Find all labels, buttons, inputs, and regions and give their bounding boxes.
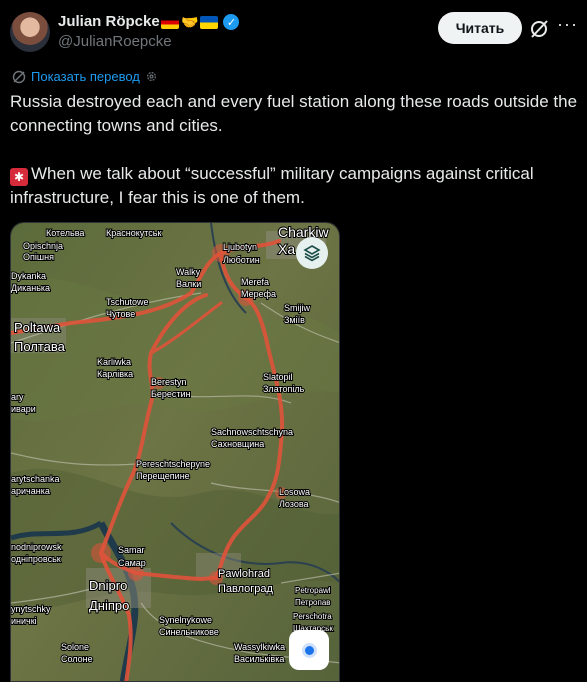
map-label: Златопіль	[263, 384, 305, 394]
map-label: Валки	[176, 279, 201, 289]
map-label: Synelnykowe	[159, 615, 212, 625]
map-label: Павлоград	[218, 583, 274, 595]
map-label: Poltawa	[14, 320, 61, 335]
map-label: иничкі	[11, 616, 37, 626]
follow-button[interactable]: Читать	[438, 12, 522, 44]
map-label: Berestyn	[151, 377, 187, 387]
map-label: Ха	[278, 241, 295, 257]
map-label: Карлівка	[97, 369, 133, 379]
translate-row[interactable]: Показать перевод	[12, 69, 158, 84]
map-label: Мерефа	[241, 289, 276, 299]
my-location-button[interactable]	[289, 630, 329, 670]
map-label: Зміїв	[284, 315, 305, 325]
map-label: одніпровськ	[11, 554, 61, 564]
settings-gear-icon[interactable]	[145, 70, 158, 83]
map-label: Синельникове	[159, 627, 219, 637]
post-paragraph-2-container: ✱ When we talk about “successful” militar…	[10, 162, 580, 210]
map-label: Pawlohrad	[218, 568, 270, 580]
map-label: Merefa	[241, 277, 269, 287]
map-label: Smijiw	[284, 303, 310, 313]
map-label: Опішня	[23, 252, 54, 262]
map-label: Лозова	[279, 499, 309, 509]
post-paragraph-1: Russia destroyed each and every fuel sta…	[10, 92, 578, 135]
map-label: Solone	[61, 642, 89, 652]
ua-flag-icon	[200, 15, 219, 29]
map-label: Dykanka	[11, 271, 46, 281]
map-label: Васильківка	[234, 654, 284, 664]
grok-icon[interactable]	[528, 18, 550, 40]
author-name[interactable]: Julian Röpcke	[58, 13, 160, 30]
map-label: Петропав	[295, 598, 331, 607]
more-options-icon[interactable]: ···	[557, 14, 578, 35]
translate-icon	[12, 70, 26, 83]
post-map-image[interactable]: Котельва Opischnja Опішня Краснокутськ C…	[10, 222, 340, 682]
avatar[interactable]	[10, 12, 50, 52]
verified-badge-icon: ✓	[223, 14, 240, 30]
map-label: Karliwka	[97, 357, 131, 367]
map-label: Перещепине	[136, 471, 190, 481]
map-label: arytschanka	[11, 474, 60, 484]
map-label: Диканька	[11, 283, 50, 293]
map-label: Walky	[176, 267, 201, 277]
map-label: Котельва	[46, 228, 84, 238]
layers-icon	[303, 245, 321, 262]
map-label: Losowa	[279, 487, 310, 497]
translate-link[interactable]: Показать перевод	[31, 69, 140, 84]
map-label: Дніпро	[89, 598, 129, 613]
map-label: Солоне	[61, 654, 93, 664]
post-paragraph-2: When we talk about “successful” military…	[10, 164, 534, 207]
map-label: Sachnowschtschyna	[211, 427, 293, 437]
layers-button[interactable]	[296, 237, 328, 269]
map-label: Petropawl	[295, 586, 331, 595]
location-dot-icon	[304, 645, 314, 655]
map-label: nodniprowsk	[11, 542, 62, 552]
map-label: Берестин	[151, 389, 191, 399]
map-label: Opischnja	[23, 241, 63, 251]
map-label: Самар	[118, 558, 146, 568]
map-label: Dnipro	[89, 578, 127, 593]
author-emoji-badges: 🤝 ✓	[161, 13, 240, 30]
map-label: Люботин	[223, 255, 260, 265]
map-label: ивари	[11, 404, 36, 414]
de-flag-icon	[161, 15, 179, 29]
map-label: Tschutowe	[106, 297, 149, 307]
map-label: Wassylkiwka	[234, 642, 285, 652]
author-handle[interactable]: @JulianRoepcke	[58, 33, 172, 50]
map-label: Сахновщина	[211, 439, 264, 449]
rotating-light-icon: ✱	[10, 168, 28, 186]
post-text: Russia destroyed each and every fuel sta…	[10, 90, 580, 210]
map-label: Краснокутськ	[106, 228, 161, 238]
map-label: Slatopil	[263, 372, 293, 382]
map-label: Pereschtschepyne	[136, 459, 210, 469]
map-label: Charkiw	[278, 224, 329, 240]
map-label: ary	[11, 392, 24, 402]
map-label: аричанка	[11, 486, 50, 496]
map-label: Samar	[118, 545, 145, 555]
map-label: Полтава	[14, 339, 66, 354]
map-label: ynytschky	[11, 604, 51, 614]
map-label: Perschotra	[293, 612, 332, 621]
handshake-icon: 🤝	[181, 13, 199, 30]
map-label: Чутове	[106, 309, 135, 319]
map-label: Ljubotyn	[223, 242, 257, 252]
